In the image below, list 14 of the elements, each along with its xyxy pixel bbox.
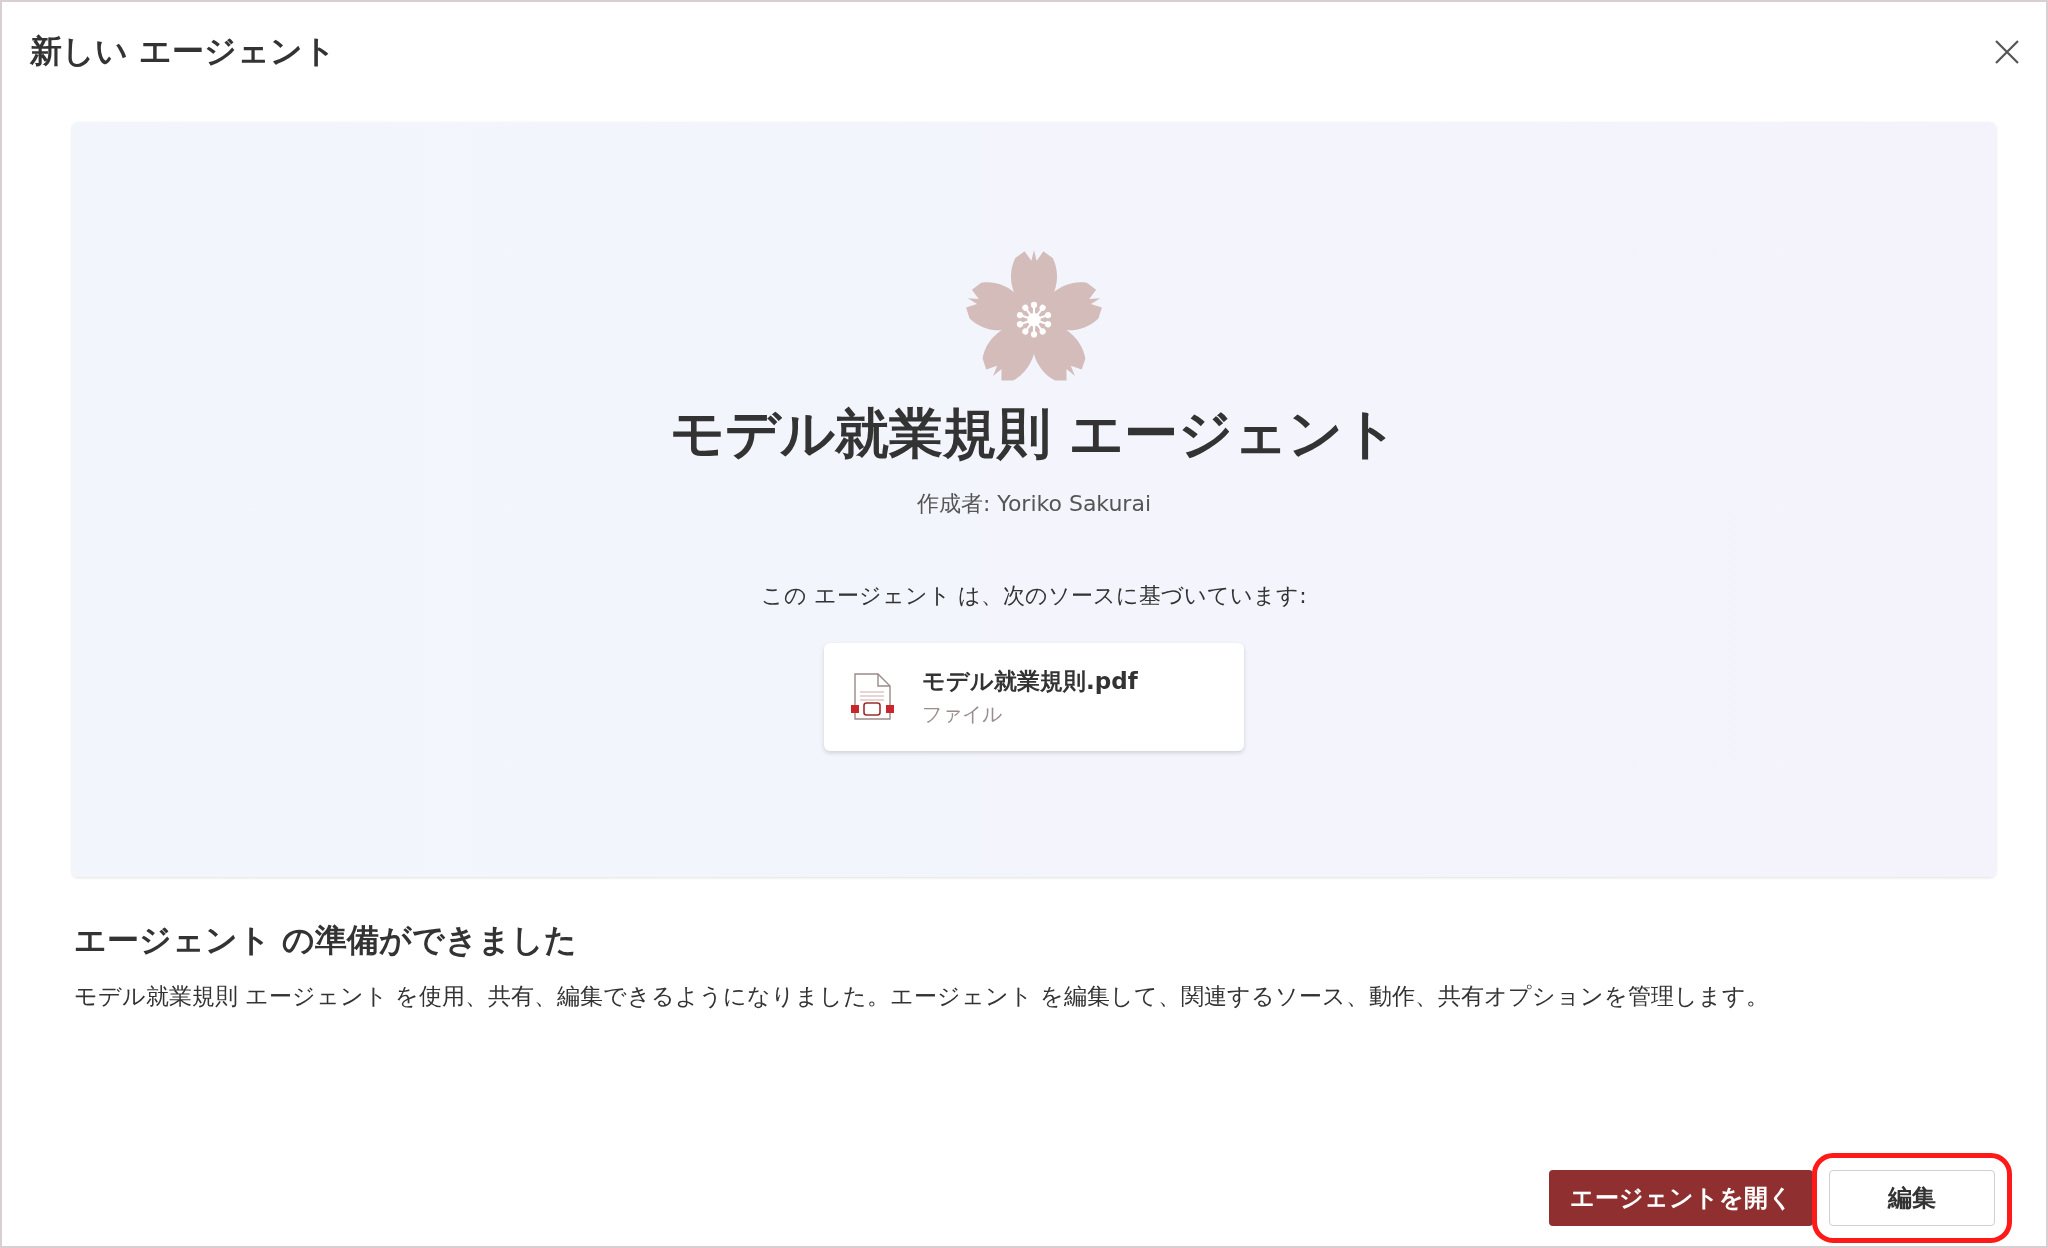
author-text: 作成者: Yoriko Sakurai (916, 490, 1151, 518)
file-name: モデル就業規則.pdf (922, 667, 1138, 696)
ready-heading: エージェント の準備ができました (74, 920, 579, 961)
close-icon[interactable] (1994, 39, 2020, 65)
source-file-card[interactable]: モデル就業規則.pdf ファイル (824, 643, 1244, 751)
sources-label: この エージェント は、次のソースに基づいています: (761, 582, 1307, 610)
ready-description: モデル就業規則 エージェント を使用、共有、編集できるようになりました。エージェント を編集して、関連するソース、動作、共有オプションを管理します。 (74, 982, 1771, 1011)
dialog-title: 新しい エージェント (30, 31, 337, 72)
agent-name: モデル就業規則 エージェント (669, 401, 1399, 467)
pdf-file-icon (850, 672, 894, 722)
cherry-blossom-icon (964, 250, 1104, 384)
file-type: ファイル (922, 701, 1003, 728)
open-agent-button[interactable]: エージェントを開く (1549, 1170, 1813, 1226)
edit-button[interactable]: 編集 (1829, 1170, 1995, 1226)
